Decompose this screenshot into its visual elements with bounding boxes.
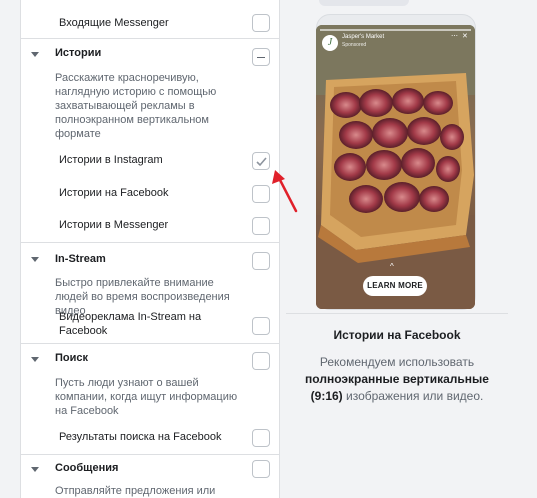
search-collapse-icon[interactable] [31,357,39,362]
learn-more-button[interactable]: LEARN MORE [363,276,427,296]
story-preview: J Jasper's Market Sponsored ⋯ ✕ ^ LEARN … [316,25,475,309]
story-more-close-icon[interactable]: ⋯ ✕ [451,32,469,40]
divider [21,343,279,344]
chevron-up-icon: ^ [390,262,394,271]
preview-description: Рекомендуем использовать полноэкранные в… [298,354,496,405]
food-photo-image [316,25,475,309]
messages-collapse-icon[interactable] [31,467,39,472]
search-section-title: Поиск [55,352,89,364]
placement-instagram-stories-label: Истории в Instagram [59,154,163,166]
brand-name: Jasper's Market [342,34,385,40]
stories-section-checkbox[interactable] [252,48,270,66]
placement-messenger-stories-checkbox[interactable] [252,217,270,235]
story-progress-bar [320,29,471,31]
checkmark-icon [256,157,267,167]
divider [286,313,508,314]
preview-desc-text: Рекомендуем использовать [319,355,475,369]
placements-panel: Входящие Messenger Истории Расскажите кр… [20,0,280,498]
placement-messenger-stories-label: Истории в Messenger [59,219,169,231]
instream-collapse-icon[interactable] [31,257,39,262]
instream-section-title: In-Stream [55,253,106,265]
placement-facebook-stories-checkbox[interactable] [252,185,270,203]
placement-instream-video-label: Видеореклама In-Stream на Facebook [59,311,202,337]
search-section-checkbox[interactable] [252,352,270,370]
messages-section-description: Отправляйте предложения или [55,485,216,497]
placement-instream-video-checkbox[interactable] [252,317,270,335]
preview-title: Истории на Facebook [333,328,461,342]
instream-section-checkbox[interactable] [252,252,270,270]
messages-section-title: Сообщения [55,462,119,474]
placement-facebook-stories-label: Истории на Facebook [59,187,169,199]
sponsored-label: Sponsored [342,42,367,48]
divider [21,38,279,39]
divider [21,454,279,455]
messages-section-checkbox[interactable] [252,460,270,478]
placement-search-results-label: Результаты поиска на Facebook [59,431,222,443]
divider [21,242,279,243]
placement-search-results-checkbox[interactable] [252,429,270,447]
preview-desc-text-end: изображения или видео. [342,389,484,403]
stories-section-description: Расскажите красноречивую, наглядную исто… [55,72,217,140]
brand-logo-icon: J [322,35,338,51]
placement-messenger-inbox-checkbox[interactable] [252,14,270,32]
search-section-description: Пусть люди узнают о вашей компании, когд… [55,377,238,417]
placement-messenger-inbox-label: Входящие Messenger [59,17,169,29]
placement-instagram-stories-checkbox[interactable] [252,152,270,170]
stories-section-title: Истории [55,47,102,59]
stories-collapse-icon[interactable] [31,52,39,57]
